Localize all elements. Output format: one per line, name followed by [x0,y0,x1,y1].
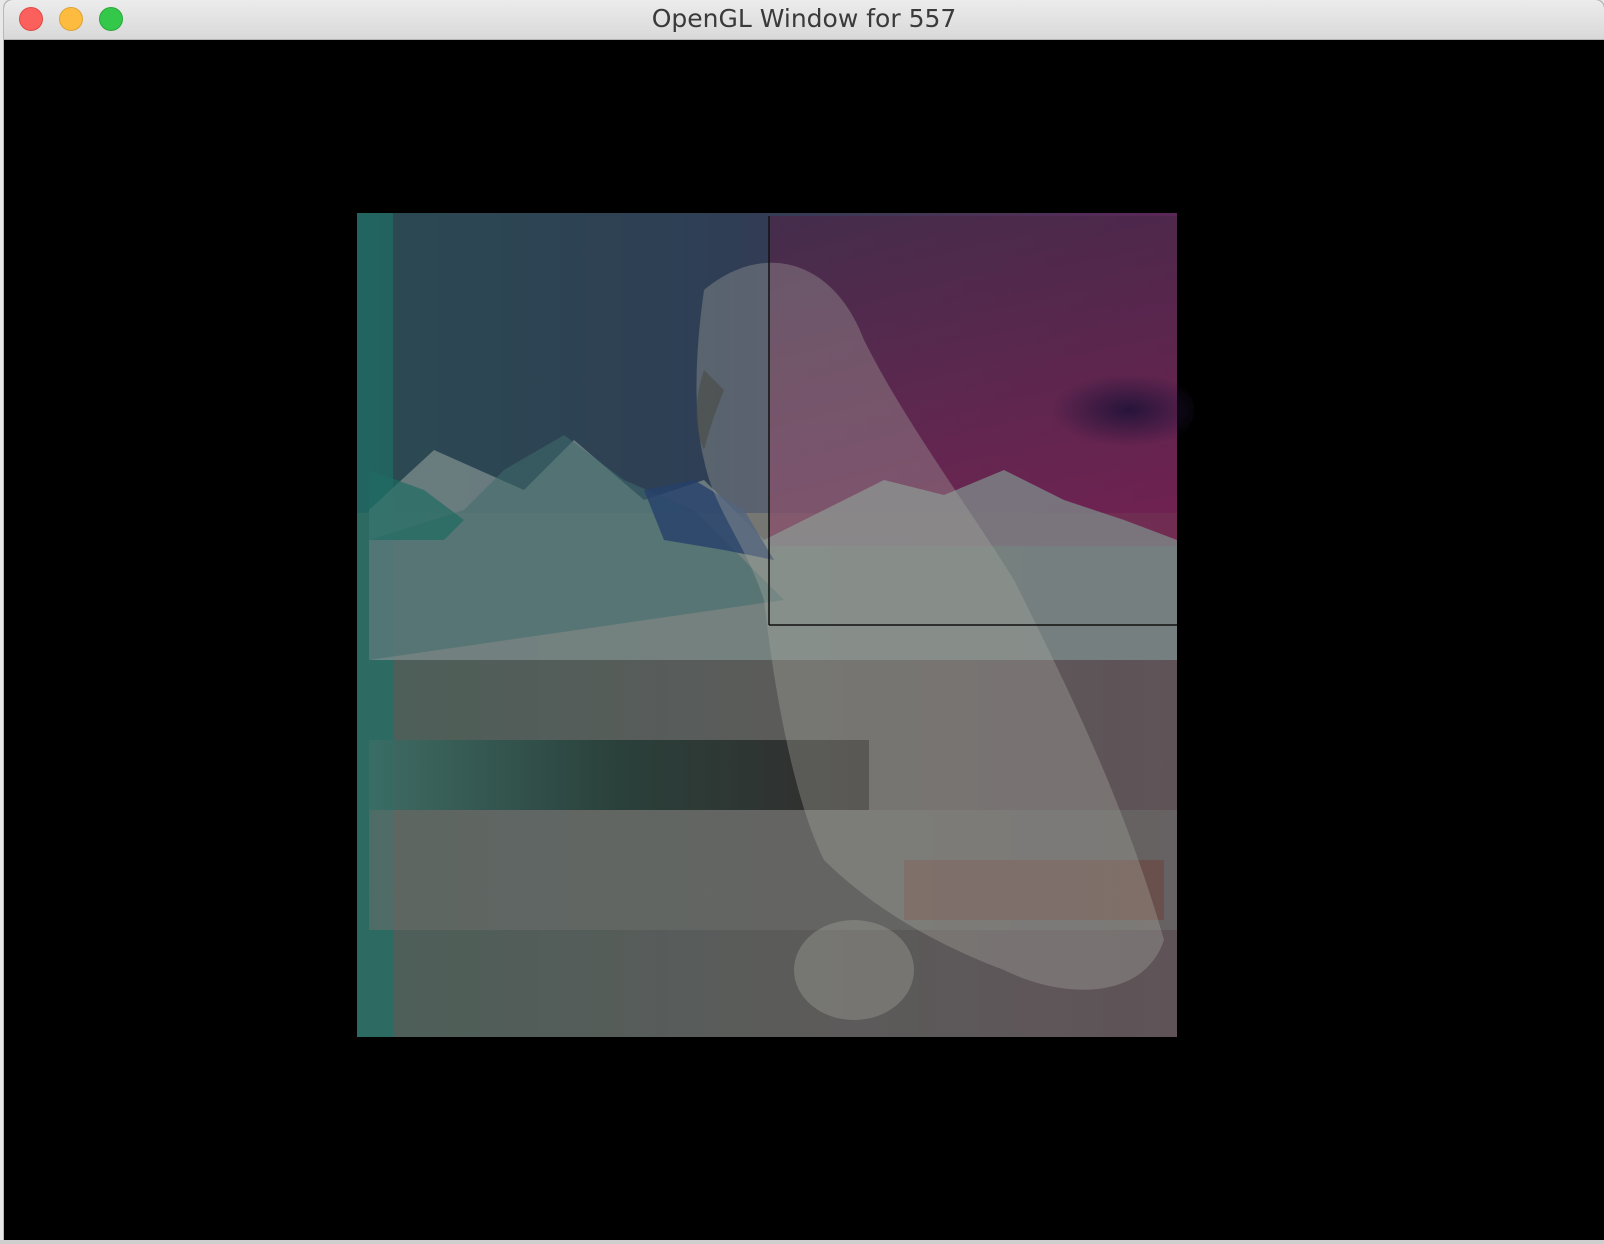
title-bar[interactable]: OpenGL Window for 557 [4,0,1604,40]
rendered-scene [357,213,1194,1037]
opengl-window: OpenGL Window for 557 [4,0,1604,1240]
gl-canvas[interactable] [4,40,1604,1240]
desktop-strip [0,1240,1604,1244]
window-title: OpenGL Window for 557 [651,4,957,33]
